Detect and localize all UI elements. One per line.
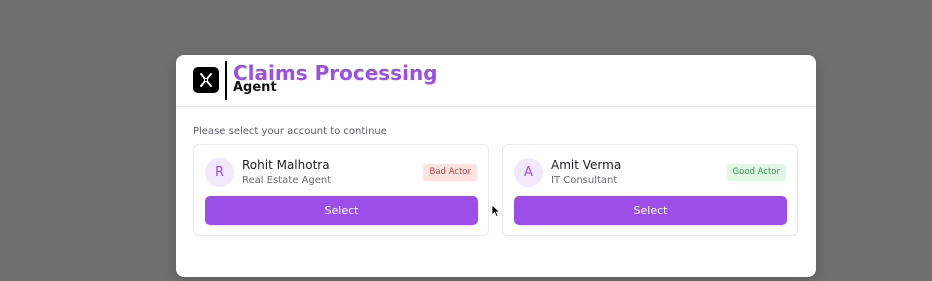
logo-divider bbox=[225, 61, 227, 100]
brand-subtitle: Agent bbox=[233, 80, 277, 95]
status-badge: Bad Actor bbox=[423, 164, 477, 181]
account-select-modal: Claims Processing Agent Please select yo… bbox=[176, 55, 816, 277]
account-name: Amit Verma bbox=[551, 158, 622, 172]
account-role: Real Estate Agent bbox=[242, 175, 332, 186]
mouse-cursor-icon bbox=[491, 204, 501, 218]
avatar: R bbox=[205, 158, 234, 187]
select-account-prompt: Please select your account to continue bbox=[193, 126, 387, 137]
account-card-amit: A Amit Verma IT Consultant Good Actor Se… bbox=[502, 144, 798, 236]
select-button[interactable]: Select bbox=[514, 196, 787, 225]
account-name: Rohit Malhotra bbox=[242, 158, 330, 172]
select-button[interactable]: Select bbox=[205, 196, 478, 225]
account-role: IT Consultant bbox=[551, 175, 618, 186]
account-card-rohit: R Rohit Malhotra Real Estate Agent Bad A… bbox=[193, 144, 489, 236]
avatar: A bbox=[514, 158, 543, 187]
status-badge: Good Actor bbox=[726, 164, 786, 181]
modal-header: Claims Processing Agent bbox=[176, 55, 816, 107]
agent-logo-icon bbox=[193, 67, 219, 93]
